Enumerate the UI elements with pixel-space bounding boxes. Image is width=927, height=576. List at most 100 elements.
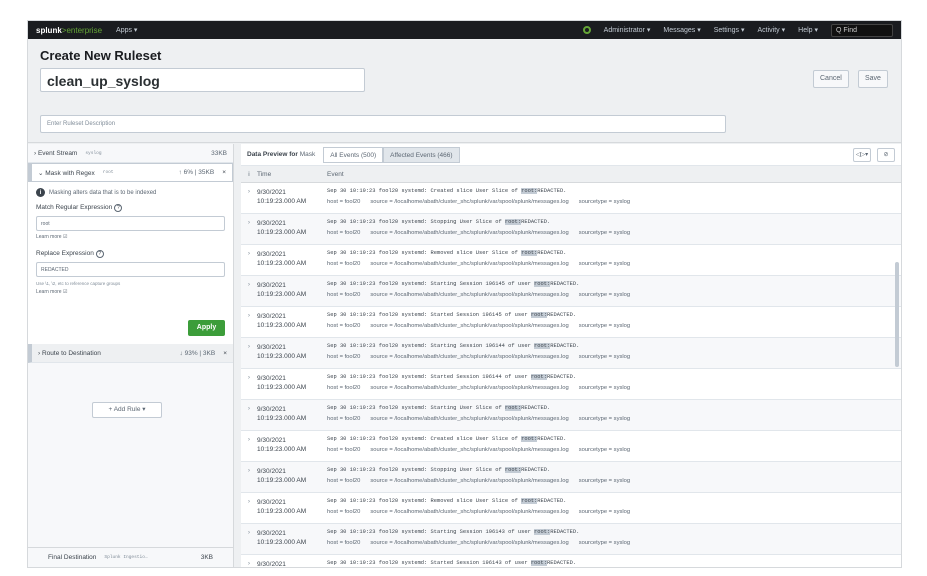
events-list: › 9/30/2021 10:19:23.000 AM Sep 30 10:19:23… — [241, 183, 901, 567]
event-cell: Sep 30 10:19:23 fool20 systemd: Starting… — [327, 524, 901, 554]
table-row[interactable]: ›9/30/202110:19:23.000 AM Sep 30 10:19:23… — [241, 524, 901, 555]
table-row[interactable]: ›9/30/202110:19:23.000 AM Sep 30 10:19:23… — [241, 245, 901, 276]
table-row[interactable]: ›9/30/202110:19:23.000 AM Sep 30 10:19:23… — [241, 400, 901, 431]
add-rule-button[interactable]: + Add Rule ▾ — [92, 402, 162, 418]
ruleset-name-input[interactable]: clean_up_syslog — [40, 68, 365, 92]
table-row[interactable]: ›9/30/202110:19:23.000 AM Sep 30 10:19:23… — [241, 276, 901, 307]
table-row[interactable]: ›9/30/202110:19:23.000 AM Sep 30 10:19:23… — [241, 493, 901, 524]
settings-menu[interactable]: Settings ▾ — [714, 26, 745, 34]
expand-chevron-icon[interactable]: › — [241, 338, 257, 368]
mask-rule-close-icon[interactable]: × — [222, 169, 226, 176]
table-row[interactable]: ›9/30/202110:19:23.000 AM Sep 30 10:19:23… — [241, 307, 901, 338]
link-icon[interactable]: ⊘ — [877, 147, 895, 162]
save-button[interactable]: Save — [858, 70, 888, 88]
tab-affected-events[interactable]: Affected Events (466) — [383, 146, 460, 163]
event-meta: host = fool20 source = /localhome/abath/c… — [327, 199, 631, 205]
table-row[interactable]: ›9/30/202110:19:23.000 AM Sep 30 10:19:23… — [241, 431, 901, 462]
mask-rule-label: ⌄ Mask with Regex — [38, 169, 95, 177]
event-cell: Sep 30 10:19:23 fool20 systemd: Created … — [327, 183, 901, 213]
splunk-logo[interactable]: splunk>enterprise — [36, 26, 102, 35]
event-stream-row[interactable]: › Event Stream syslog 33KB — [28, 144, 233, 163]
expand-chevron-icon[interactable]: › — [241, 524, 257, 554]
help-icon[interactable]: ? — [95, 250, 104, 258]
messages-menu[interactable]: Messages ▾ — [663, 26, 700, 34]
event-time: 9/30/202110:19:23.000 AM — [257, 437, 307, 453]
event-cell: Sep 30 10:19:23 fool20 systemd: Starting… — [327, 276, 901, 306]
health-status-icon[interactable] — [582, 26, 591, 34]
expand-chevron-icon[interactable]: › — [241, 462, 257, 492]
top-nav-bar: splunk>enterprise Apps ▾ Administrator ▾… — [28, 21, 901, 39]
info-icon: i — [36, 188, 45, 197]
event-meta: host = fool20 source = /localhome/abath/c… — [327, 261, 631, 267]
event-time: 9/30/202110:19:23.000 AM — [257, 282, 307, 298]
expand-chevron-icon[interactable]: › — [241, 493, 257, 523]
event-time: 9/30/202110:19:23.000 AM — [257, 499, 307, 515]
table-row[interactable]: ›9/30/202110:19:23.000 AM Sep 30 10:19:23… — [241, 214, 901, 245]
apply-button[interactable]: Apply — [188, 320, 225, 336]
replace-expression-input[interactable]: REDACTED — [36, 262, 225, 277]
final-destination-label: Final Destination — [48, 554, 97, 561]
event-cell: Sep 30 10:19:23 fool20 systemd: Started … — [327, 307, 901, 337]
table-row[interactable]: ›9/30/202110:19:23.000 AM Sep 30 10:19:23… — [241, 462, 901, 493]
event-cell: Sep 30 10:19:23 fool20 systemd: Stopping… — [327, 214, 901, 244]
route-rule-close-icon[interactable]: × — [223, 350, 227, 357]
mask-rule-header[interactable]: ⌄ Mask with Regex root ↑ 6% | 35KB × — [28, 163, 233, 182]
data-preview-panel: Data Preview for Mask All Events (500) A… — [241, 144, 901, 567]
table-row[interactable]: ›9/30/202110:19:23.000 AM Sep 30 10:19:23… — [241, 183, 901, 214]
cancel-button[interactable]: Cancel — [813, 70, 849, 88]
expand-chevron-icon[interactable]: › — [241, 369, 257, 399]
rules-sidebar: › Event Stream syslog 33KB ⌄ Mask with R… — [28, 144, 234, 567]
event-raw: Sep 30 10:19:23 fool20 systemd: Started … — [327, 312, 577, 318]
expand-chevron-icon[interactable]: › — [241, 214, 257, 244]
event-time: 9/30/202110:19:23.000 AM — [257, 189, 307, 205]
tab-all-events[interactable]: All Events (500) — [323, 146, 384, 163]
event-time: 9/30/202110:19:23.000 AM — [257, 313, 307, 329]
event-time: 9/30/202110:19:23.000 AM — [257, 220, 307, 236]
event-raw: Sep 30 10:19:23 fool20 systemd: Starting… — [327, 529, 580, 535]
event-meta: host = fool20 source = /localhome/abath/c… — [327, 292, 631, 298]
col-event: Event — [327, 170, 344, 178]
event-raw: Sep 30 10:19:23 fool20 systemd: Removed … — [327, 250, 567, 256]
expand-chevron-icon[interactable]: › — [241, 245, 257, 275]
apps-menu[interactable]: Apps ▾ — [116, 26, 137, 34]
table-row[interactable]: ›9/30/202110:19:23.000 AM Sep 30 10:19:23… — [241, 369, 901, 400]
mask-rule-stat: ↑ 6% | 35KB — [178, 169, 215, 176]
table-row[interactable]: ›9/30/202110:19:23.000 AM Sep 30 10:19:23… — [241, 555, 901, 567]
administrator-menu[interactable]: Administrator ▾ — [604, 26, 651, 34]
col-info: i — [248, 170, 250, 178]
match-regex-label: Match Regular Expression — [36, 204, 113, 211]
expand-chevron-icon[interactable]: › — [241, 431, 257, 461]
event-cell: Sep 30 10:19:23 fool20 systemd: Created … — [327, 431, 901, 461]
expand-chevron-icon[interactable]: › — [241, 555, 257, 567]
ruleset-description-input[interactable]: Enter Ruleset Description — [40, 115, 726, 133]
col-time[interactable]: Time — [257, 171, 327, 178]
expand-chevron-icon[interactable]: › — [241, 276, 257, 306]
final-destination-row[interactable]: Final Destination Splunk Ingestio… 3KB — [28, 547, 233, 567]
find-input[interactable]: Q Find — [831, 23, 893, 37]
preview-label-rule: Mask — [299, 151, 316, 158]
page-title: Create New Ruleset — [40, 48, 162, 63]
event-cell: Sep 30 10:19:23 fool20 systemd: Starting… — [327, 338, 901, 368]
event-raw: Sep 30 10:19:23 fool20 systemd: Created … — [327, 188, 567, 194]
event-stream-tag: syslog — [85, 150, 102, 156]
help-menu[interactable]: Help ▾ — [798, 26, 818, 34]
learn-more-link-2[interactable]: Learn more ☑ — [36, 289, 225, 295]
learn-more-link[interactable]: Learn more ☑ — [36, 234, 225, 240]
match-regex-input[interactable]: root — [36, 216, 225, 231]
event-meta: host = fool20 source = /localhome/abath/c… — [327, 478, 631, 484]
view-toggle-icon[interactable]: ◁▷▾ — [853, 147, 871, 162]
help-icon[interactable]: ? — [114, 204, 123, 212]
expand-chevron-icon[interactable]: › — [241, 400, 257, 430]
expand-chevron-icon[interactable]: › — [241, 183, 257, 213]
route-rule-header[interactable]: › Route to Destination ↓ 93% | 3KB × — [28, 344, 233, 363]
activity-menu[interactable]: Activity ▾ — [758, 26, 786, 34]
replace-expression-label: Replace Expression — [36, 250, 94, 257]
event-cell: Sep 30 10:19:23 fool20 systemd: Removed … — [327, 245, 901, 275]
table-row[interactable]: ›9/30/202110:19:23.000 AM Sep 30 10:19:23… — [241, 338, 901, 369]
event-raw: Sep 30 10:19:23 fool20 systemd: Started … — [327, 560, 577, 566]
expand-chevron-icon[interactable]: › — [241, 307, 257, 337]
scrollbar[interactable] — [895, 262, 899, 367]
event-meta: host = fool20 source = /localhome/abath/c… — [327, 230, 631, 236]
event-cell: Sep 30 10:19:23 fool20 systemd: Started … — [327, 369, 901, 399]
events-table-header: i Time Event — [241, 166, 901, 183]
